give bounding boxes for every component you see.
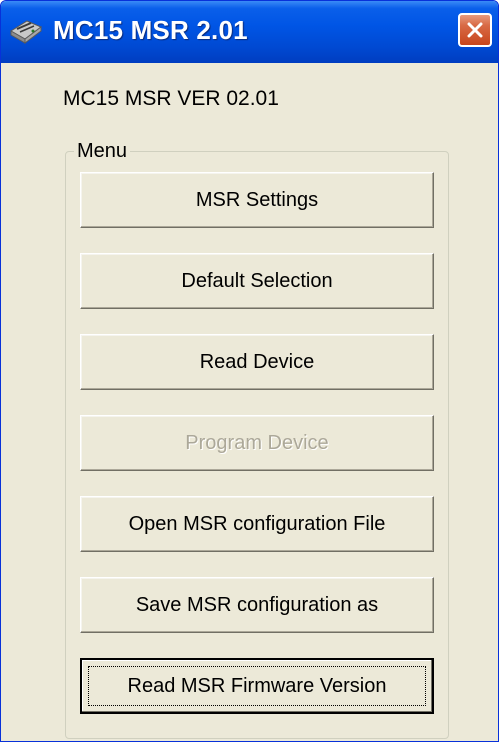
focus-rectangle — [88, 666, 426, 706]
menu-groupbox: Menu MSR Settings Default Selection Read… — [65, 140, 449, 739]
button-label: Save MSR configuration as — [135, 593, 379, 616]
save-config-as-button[interactable]: Save MSR configuration as — [80, 577, 434, 633]
button-label: Read Device — [199, 350, 315, 373]
menu-legend: Menu — [74, 140, 131, 163]
open-config-file-button[interactable]: Open MSR configuration File — [80, 496, 434, 552]
button-label: Open MSR configuration File — [128, 512, 386, 535]
version-label: MC15 MSR VER 02.01 — [63, 87, 279, 110]
msr-settings-button[interactable]: MSR Settings — [80, 172, 434, 228]
button-label: Program Device — [185, 431, 329, 454]
default-selection-button[interactable]: Default Selection — [80, 253, 434, 309]
close-icon — [467, 22, 483, 38]
device-icon — [9, 17, 43, 45]
app-window: MC15 MSR 2.01 MC15 MSR VER 02.01 Menu MS… — [0, 0, 499, 742]
read-firmware-version-button[interactable]: Read MSR Firmware Version — [80, 658, 434, 714]
read-device-button[interactable]: Read Device — [80, 334, 434, 390]
program-device-button: Program Device — [80, 415, 434, 471]
close-button[interactable] — [458, 13, 492, 47]
button-label: Default Selection — [181, 269, 333, 292]
window-body: MC15 MSR VER 02.01 Menu MSR Settings Def… — [5, 63, 494, 739]
title-bar[interactable]: MC15 MSR 2.01 — [1, 1, 498, 63]
button-label: MSR Settings — [195, 188, 319, 211]
window-title: MC15 MSR 2.01 — [53, 15, 248, 45]
